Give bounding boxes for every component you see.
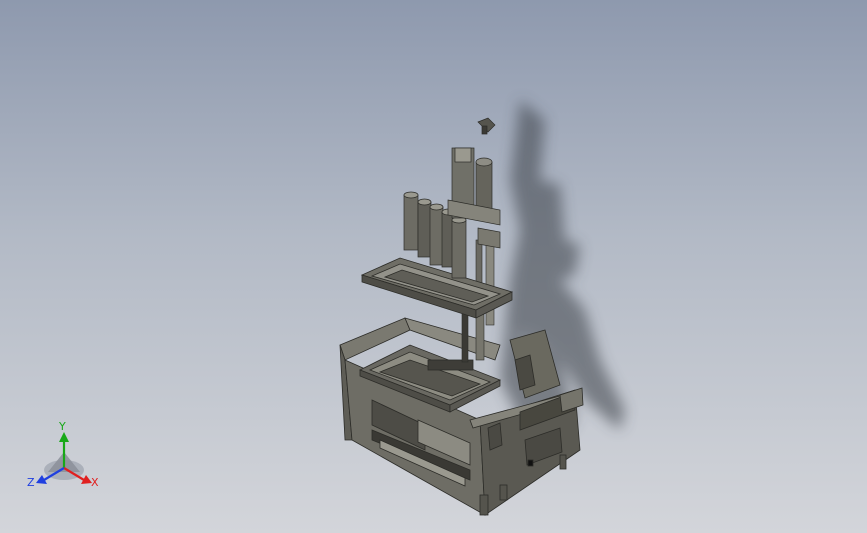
axis-y-label: Y: [58, 420, 66, 433]
model-shadow: [500, 100, 625, 440]
axis-x-label: X: [91, 476, 99, 489]
machine-base: [339, 317, 584, 516]
graphics-viewport[interactable]: Y X Z: [0, 0, 867, 533]
model-render[interactable]: [0, 0, 867, 533]
axis-z-label: Z: [27, 476, 35, 489]
coordinate-triad: Y X Z: [27, 420, 99, 489]
cylinders: [403, 117, 501, 279]
